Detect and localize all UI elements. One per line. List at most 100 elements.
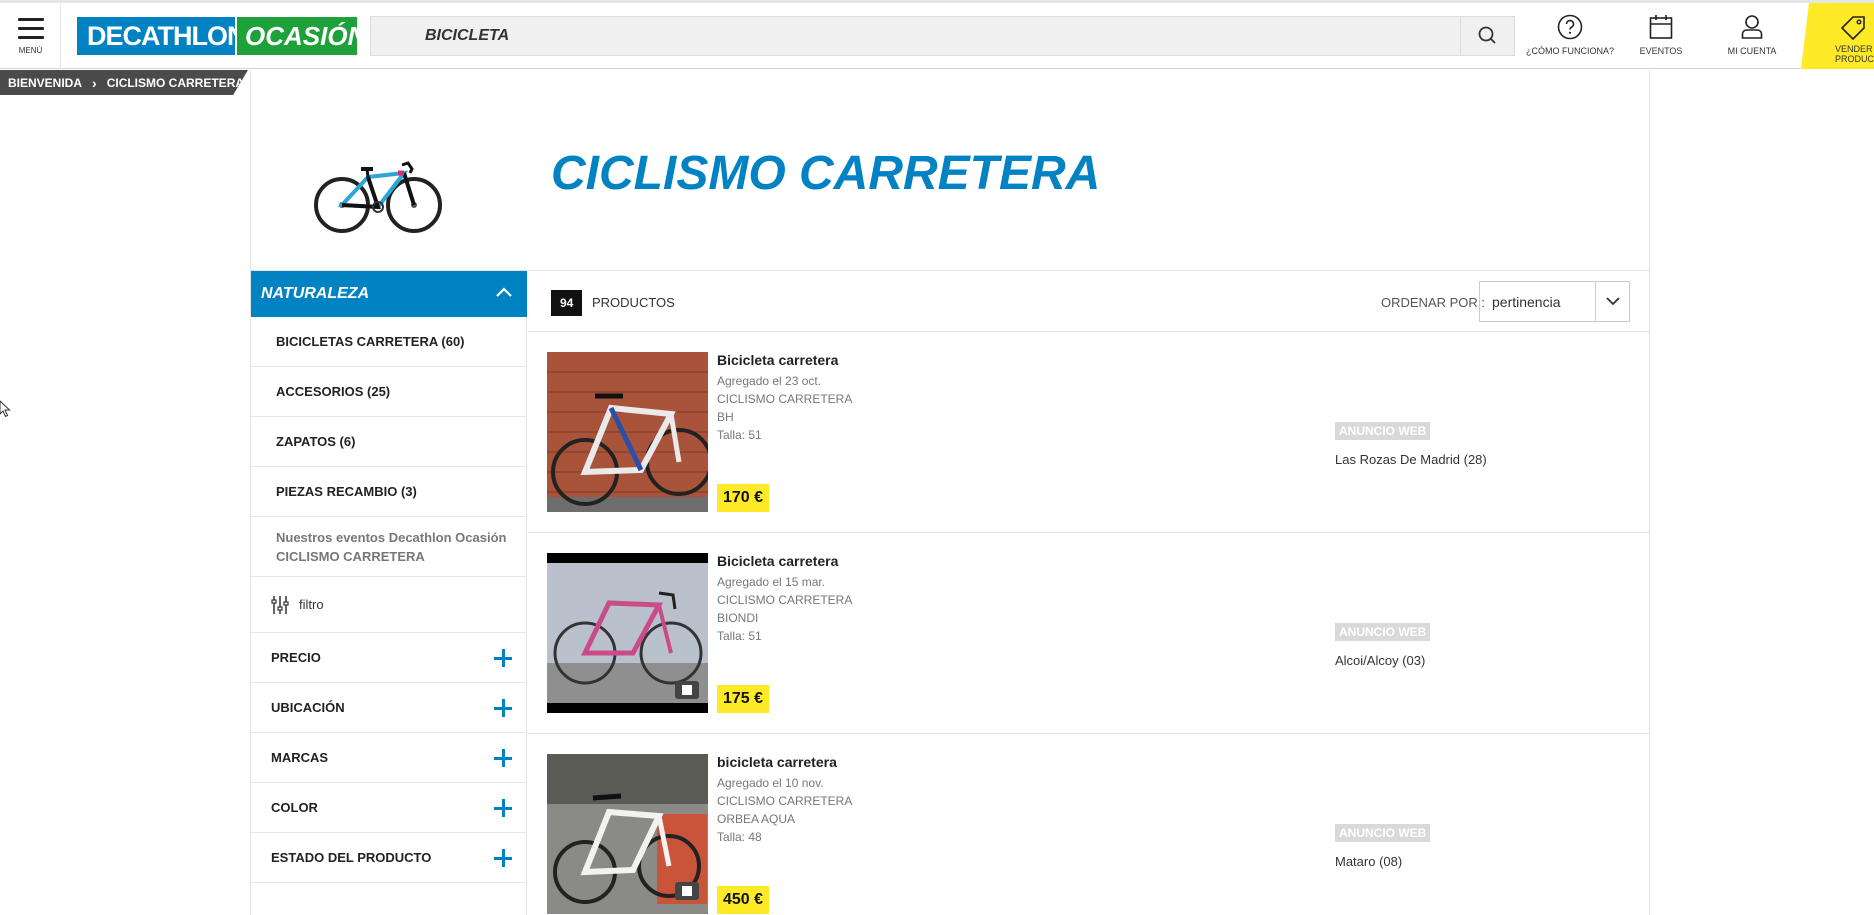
product-brand: ORBEA AQUA xyxy=(717,812,796,826)
search-input[interactable] xyxy=(371,17,1461,55)
logo-decathlon: DECATHLON xyxy=(77,17,246,55)
product-location: Las Rozas De Madrid (28) xyxy=(1335,452,1487,467)
site-logo[interactable]: DECATHLON OCASIÓN xyxy=(77,17,366,55)
plus-icon xyxy=(493,648,513,668)
events-link[interactable]: Nuestros eventos Decathlon Ocasión CICLI… xyxy=(251,517,527,577)
facet-estado[interactable]: ESTADO DEL PRODUCTO xyxy=(251,833,527,883)
search-bar xyxy=(370,16,1515,56)
category-item-zapatos[interactable]: ZAPATOS (6) xyxy=(251,417,527,467)
facet-label: MARCAS xyxy=(271,750,329,765)
plus-icon xyxy=(493,748,513,768)
help-label: ¿CÓMO FUNCIONA? xyxy=(1525,46,1614,56)
product-size: Talla: 48 xyxy=(717,830,762,844)
chevron-down-icon xyxy=(1606,297,1620,306)
events-line1: Nuestros eventos Decathlon Ocasión xyxy=(276,530,507,545)
product-title[interactable]: Bicicleta carretera xyxy=(717,352,838,368)
category-group-header[interactable]: NATURALEZA xyxy=(251,271,527,317)
product-image[interactable] xyxy=(547,352,708,512)
hamburger-icon xyxy=(18,18,44,45)
product-image[interactable] xyxy=(547,553,708,713)
breadcrumb-current: CICLISMO CARRETERA xyxy=(106,75,245,90)
product-price: 450 € xyxy=(717,886,770,914)
sort-dropdown-button[interactable] xyxy=(1595,282,1629,321)
product-category: CICLISMO CARRETERA xyxy=(717,593,853,607)
category-group-label: NATURALEZA xyxy=(261,285,370,302)
plus-icon xyxy=(493,698,513,718)
plus-icon xyxy=(493,848,513,868)
product-title[interactable]: bicicleta carretera xyxy=(717,754,837,770)
sliders-icon xyxy=(271,596,289,614)
category-title: CICLISMO CARRETERA xyxy=(551,147,1101,200)
product-image[interactable] xyxy=(547,754,708,914)
product-added-date: Agregado el 10 nov. xyxy=(717,776,824,790)
breadcrumb-home[interactable]: BIENVENIDA xyxy=(8,76,82,90)
chevron-right-icon: › xyxy=(92,74,97,91)
logo-ocasion: OCASIÓN xyxy=(237,17,366,55)
product-category: CICLISMO CARRETERA xyxy=(717,794,853,808)
product-category: CICLISMO CARRETERA xyxy=(717,392,853,406)
help-link[interactable]: ¿CÓMO FUNCIONA? xyxy=(1520,3,1620,69)
menu-label: MENÚ xyxy=(18,46,43,55)
user-icon xyxy=(1741,15,1763,39)
main-content: CICLISMO CARRETERA NATURALEZA BICICLETAS… xyxy=(250,70,1650,915)
search-button[interactable] xyxy=(1460,17,1514,55)
facet-label: ESTADO DEL PRODUCTO xyxy=(271,850,432,865)
category-item-accesorios[interactable]: ACCESORIOS (25) xyxy=(251,367,527,417)
web-ad-badge: ANUNCIO WEB xyxy=(1335,422,1431,440)
filter-sidebar: NATURALEZA BICICLETAS CARRETERA (60) ACC… xyxy=(251,271,527,915)
product-price: 170 € xyxy=(717,484,770,512)
plus-icon xyxy=(493,798,513,818)
sort-label: ORDENAR POR : xyxy=(1381,295,1486,310)
sort-value: pertinencia xyxy=(1492,294,1561,310)
facet-color[interactable]: COLOR xyxy=(251,783,527,833)
calendar-icon xyxy=(1649,15,1673,39)
tag-icon xyxy=(1840,16,1865,40)
product-location: Mataro (08) xyxy=(1335,854,1403,869)
sort-select[interactable]: pertinencia xyxy=(1479,281,1630,322)
web-ad-badge: ANUNCIO WEB xyxy=(1335,623,1431,641)
facet-precio[interactable]: PRECIO xyxy=(251,633,527,683)
menu-button[interactable]: MENÚ xyxy=(0,3,61,69)
filter-toggle[interactable]: filtro xyxy=(251,577,527,633)
search-icon xyxy=(1478,26,1496,44)
events-label: EVENTOS xyxy=(1639,46,1683,56)
events-link[interactable]: EVENTOS xyxy=(1622,3,1700,69)
results-panel: 94 PRODUCTOS ORDENAR POR : pertinencia B… xyxy=(528,271,1649,915)
filter-label: filtro xyxy=(299,597,324,612)
mouse-cursor-icon xyxy=(0,400,11,418)
product-size: Talla: 51 xyxy=(717,629,762,643)
product-price: 175 € xyxy=(717,685,770,713)
category-list: BICICLETAS CARRETERA (60) ACCESORIOS (25… xyxy=(251,317,527,883)
account-link[interactable]: MI CUENTA xyxy=(1712,3,1792,69)
category-item-piezas[interactable]: PIEZAS RECAMBIO (3) xyxy=(251,467,527,517)
sell-product-button[interactable]: VENDER U PRODUCT xyxy=(1801,3,1874,69)
facet-marcas[interactable]: MARCAS xyxy=(251,733,527,783)
chevron-up-icon xyxy=(496,287,512,297)
account-label: MI CUENTA xyxy=(1727,46,1777,56)
question-circle-icon xyxy=(1557,14,1583,40)
product-size: Talla: 51 xyxy=(717,428,762,442)
breadcrumb: BIENVENIDA › CICLISMO CARRETERA xyxy=(0,70,248,95)
site-header: MENÚ DECATHLON OCASIÓN ¿CÓMO FUNCIONA? E xyxy=(0,3,1874,69)
road-bike-image xyxy=(314,161,442,233)
product-card[interactable]: bicicleta carretera Agregado el 10 nov. … xyxy=(528,734,1649,915)
results-toolbar: 94 PRODUCTOS ORDENAR POR : pertinencia xyxy=(528,271,1649,332)
web-ad-badge: ANUNCIO WEB xyxy=(1335,824,1431,842)
facet-label: COLOR xyxy=(271,800,318,815)
product-added-date: Agregado el 23 oct. xyxy=(717,374,822,388)
product-added-date: Agregado el 15 mar. xyxy=(717,575,826,589)
facet-label: UBICACIÓN xyxy=(271,700,345,715)
category-item-bicicletas[interactable]: BICICLETAS CARRETERA (60) xyxy=(251,317,527,367)
events-line2: CICLISMO CARRETERA xyxy=(276,549,425,564)
facet-ubicacion[interactable]: UBICACIÓN xyxy=(251,683,527,733)
product-brand: BH xyxy=(717,410,734,424)
results-count-label: PRODUCTOS xyxy=(592,295,675,310)
sell-label: VENDER U PRODUCT xyxy=(1835,44,1874,64)
facet-label: PRECIO xyxy=(271,650,321,665)
product-location: Alcoi/Alcoy (03) xyxy=(1335,653,1426,668)
product-card[interactable]: Bicicleta carretera Agregado el 23 oct. … xyxy=(528,332,1649,533)
product-title[interactable]: Bicicleta carretera xyxy=(717,553,838,569)
product-card[interactable]: Bicicleta carretera Agregado el 15 mar. … xyxy=(528,533,1649,734)
product-brand: BIONDI xyxy=(717,611,759,625)
results-count: 94 xyxy=(551,290,583,316)
